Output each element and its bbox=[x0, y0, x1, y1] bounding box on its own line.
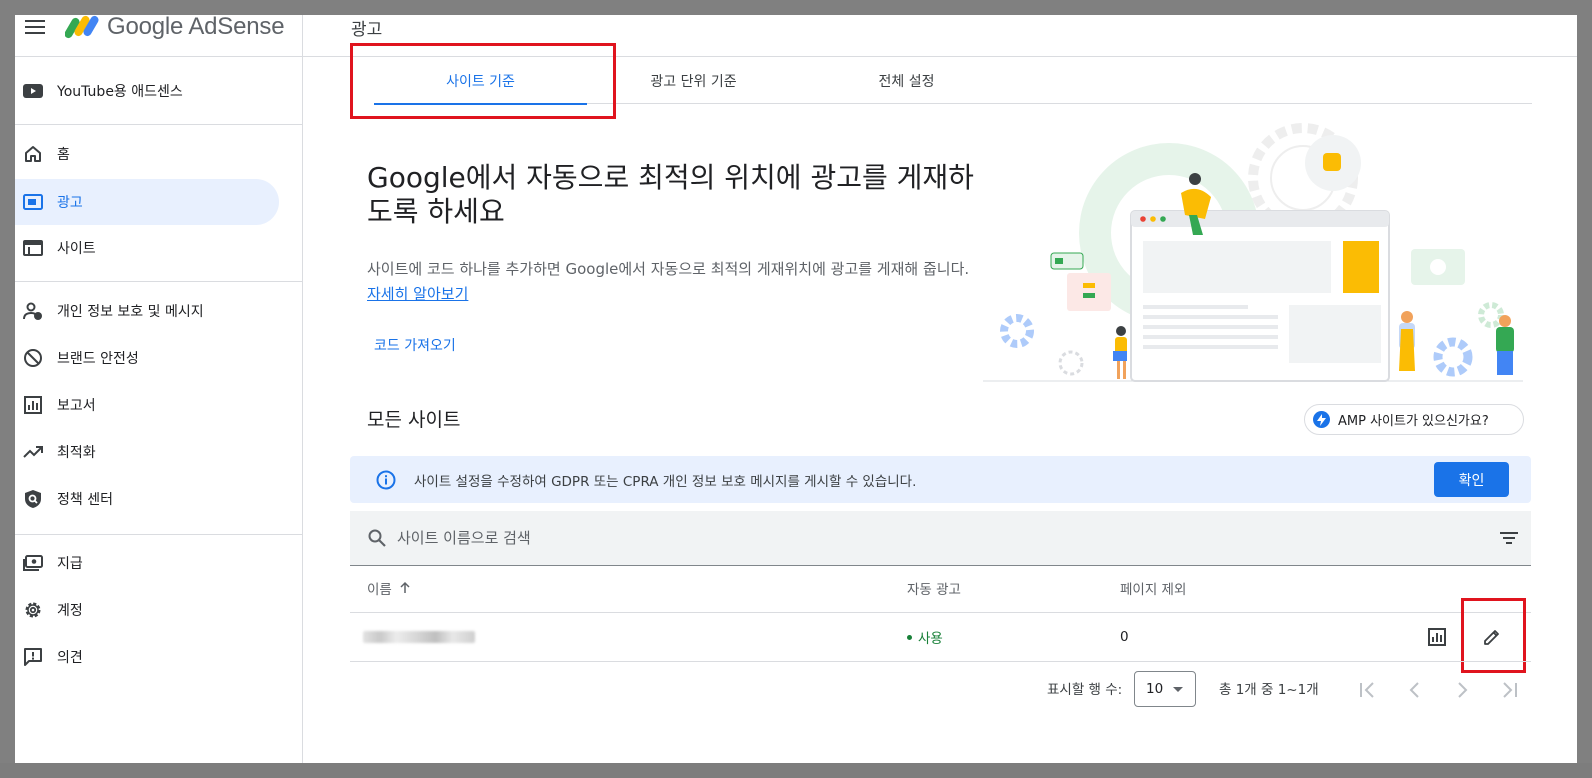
arrow-up-icon bbox=[400, 581, 410, 593]
sidebar-divider bbox=[302, 15, 303, 763]
feedback-icon bbox=[23, 647, 43, 667]
status-text: 사용 bbox=[918, 631, 943, 647]
sidebar-item-label: 홈 bbox=[57, 147, 70, 163]
sidebar-item-ads[interactable]: 광고 bbox=[15, 179, 279, 225]
amp-sites-chip[interactable]: AMP 사이트가 있으신가요? bbox=[1304, 404, 1524, 435]
sidebar-item-privacy[interactable]: 개인 정보 보호 및 메시지 bbox=[15, 288, 279, 334]
sidebar-item-youtube[interactable]: YouTube용 애드센스 bbox=[15, 68, 279, 114]
rows-per-page-value: 10 bbox=[1146, 681, 1164, 697]
hero-title: Google에서 자동으로 최적의 위치에 광고를 게재하도록 하세요 bbox=[367, 161, 974, 228]
info-icon bbox=[376, 470, 396, 490]
table-divider bbox=[350, 661, 1531, 662]
pagination-range: 총 1개 중 1~1개 bbox=[1219, 682, 1319, 698]
sidebar-item-label: 지급 bbox=[57, 556, 83, 572]
status-dot bbox=[907, 634, 912, 640]
sidebar-item-label: 광고 bbox=[57, 195, 83, 211]
sidebar-item-label: 최적화 bbox=[57, 445, 96, 461]
tab-label: 광고 단위 기준 bbox=[650, 74, 737, 90]
app-window: Google AdSense 광고 YouTube용 애드센스 홈 광고 사이트… bbox=[15, 15, 1577, 763]
block-icon bbox=[23, 348, 43, 368]
window-bottom-border bbox=[0, 763, 1592, 778]
page-exclusions-count: 0 bbox=[1120, 629, 1129, 645]
trending-up-icon bbox=[23, 442, 43, 462]
column-header-page-exclusions: 페이지 제외 bbox=[1120, 582, 1187, 598]
sidebar-item-payments[interactable]: 지급 bbox=[15, 540, 279, 586]
bar-chart-icon bbox=[23, 395, 43, 415]
get-code-button[interactable]: 코드 가져오기 bbox=[367, 332, 463, 358]
column-header-name[interactable]: 이름 bbox=[367, 578, 412, 598]
first-page-icon[interactable] bbox=[1357, 679, 1379, 701]
payments-icon bbox=[23, 553, 43, 573]
tab-global-settings[interactable]: 전체 설정 bbox=[800, 58, 1013, 104]
highlight-box-tab bbox=[350, 43, 616, 119]
sidebar-item-account[interactable]: 계정 bbox=[15, 587, 279, 633]
tab-by-ad-unit[interactable]: 광고 단위 기준 bbox=[587, 58, 800, 104]
bolt-icon bbox=[1313, 411, 1330, 428]
adsense-logo-icon bbox=[65, 15, 99, 39]
sidebar-separator bbox=[15, 281, 303, 282]
search-icon bbox=[368, 529, 386, 547]
sidebar-item-label: 의견 bbox=[57, 650, 83, 666]
policy-shield-icon bbox=[23, 489, 43, 509]
learn-more-link[interactable]: 자세히 알아보기 bbox=[367, 285, 468, 303]
sidebar-item-policy-center[interactable]: 정책 센터 bbox=[15, 476, 279, 522]
sidebar-item-label: 보고서 bbox=[57, 398, 96, 414]
app-name: Google AdSense bbox=[107, 15, 285, 40]
rows-per-page-select[interactable]: 10 bbox=[1134, 671, 1196, 707]
banner-text: 사이트 설정을 수정하여 GDPR 또는 CPRA 개인 정보 보호 메시지를 … bbox=[414, 473, 917, 490]
amp-chip-label: AMP 사이트가 있으신가요? bbox=[1338, 414, 1489, 429]
rows-per-page-label: 표시할 행 수: bbox=[1047, 682, 1123, 698]
column-label: 이름 bbox=[367, 582, 392, 598]
page-title: 광고 bbox=[351, 20, 383, 40]
last-page-icon[interactable] bbox=[1498, 679, 1520, 701]
gdpr-info-banner: 사이트 설정을 수정하여 GDPR 또는 CPRA 개인 정보 보호 메시지를 … bbox=[350, 456, 1531, 503]
home-icon bbox=[23, 144, 43, 164]
confirm-button[interactable]: 확인 bbox=[1434, 462, 1509, 497]
all-sites-title: 모든 사이트 bbox=[367, 409, 461, 431]
table-divider bbox=[350, 612, 1531, 613]
menu-icon[interactable] bbox=[23, 15, 47, 39]
sidebar-item-label: 개인 정보 보호 및 메시지 bbox=[57, 304, 204, 320]
adsense-logo[interactable]: Google AdSense bbox=[65, 15, 285, 44]
sidebar-item-label: 브랜드 안전성 bbox=[57, 351, 139, 367]
sidebar-separator bbox=[15, 124, 303, 125]
hero-description: 사이트에 코드 하나를 추가하면 Google에서 자동으로 최적의 게재위치에… bbox=[367, 257, 977, 307]
privacy-person-icon bbox=[23, 301, 43, 321]
sidebar-item-label: YouTube용 애드센스 bbox=[57, 84, 183, 100]
hero-description-text: 사이트에 코드 하나를 추가하면 Google에서 자동으로 최적의 게재위치에… bbox=[367, 260, 970, 278]
prev-page-icon[interactable] bbox=[1404, 679, 1426, 701]
sidebar-item-reports[interactable]: 보고서 bbox=[15, 382, 279, 428]
site-search-bar bbox=[350, 511, 1531, 566]
sidebar-item-label: 사이트 bbox=[57, 241, 96, 257]
ads-icon bbox=[23, 192, 43, 212]
gear-icon bbox=[23, 600, 43, 620]
sidebar-item-sites[interactable]: 사이트 bbox=[15, 225, 279, 271]
sites-icon bbox=[23, 238, 43, 258]
sidebar-item-optimization[interactable]: 최적화 bbox=[15, 429, 279, 475]
auto-ads-status: 사용 bbox=[907, 627, 943, 647]
auto-ads-illustration bbox=[983, 123, 1523, 382]
tab-label: 전체 설정 bbox=[878, 74, 935, 90]
sidebar-item-brand-safety[interactable]: 브랜드 안전성 bbox=[15, 335, 279, 381]
column-header-auto-ads: 자동 광고 bbox=[907, 582, 961, 598]
sidebar-item-home[interactable]: 홈 bbox=[15, 131, 279, 177]
next-page-icon[interactable] bbox=[1451, 679, 1473, 701]
sidebar-item-label: 계정 bbox=[57, 603, 83, 619]
filter-icon[interactable] bbox=[1499, 528, 1519, 548]
sidebar-item-label: 정책 센터 bbox=[57, 492, 113, 508]
report-chart-icon[interactable] bbox=[1426, 626, 1448, 648]
youtube-icon bbox=[23, 81, 43, 101]
site-name-redacted[interactable] bbox=[363, 631, 475, 643]
sidebar-separator bbox=[15, 534, 303, 535]
sidebar-separator bbox=[15, 56, 303, 57]
dropdown-arrow-icon bbox=[1173, 687, 1183, 692]
search-input[interactable] bbox=[397, 511, 1397, 565]
sidebar-item-feedback[interactable]: 의견 bbox=[15, 634, 279, 680]
